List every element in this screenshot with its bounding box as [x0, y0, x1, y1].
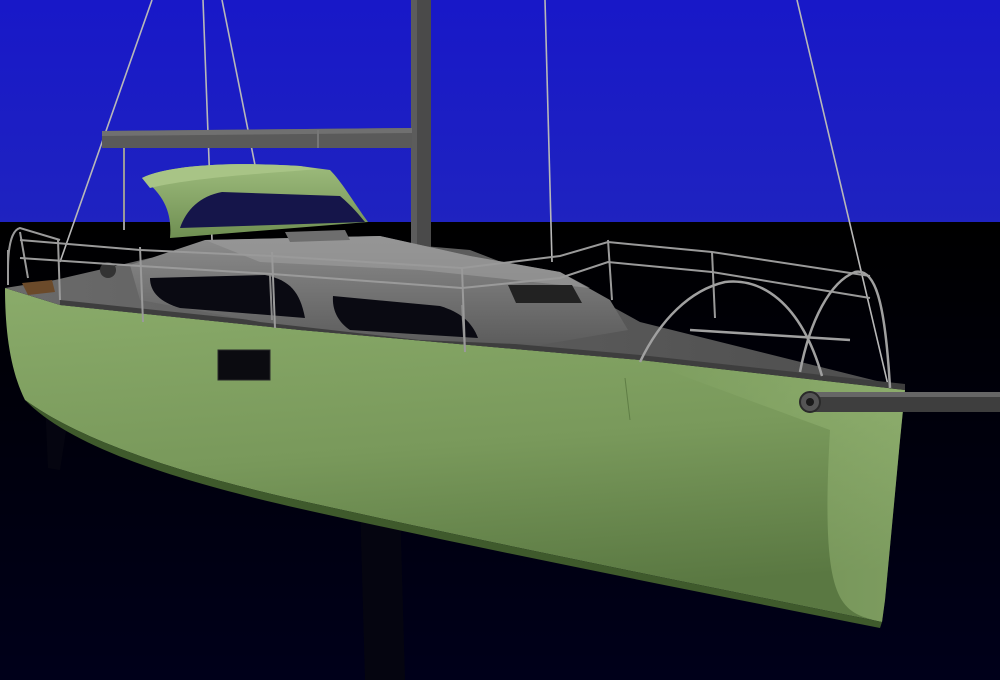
forward-hatch [508, 285, 582, 303]
hull-port-window [217, 349, 271, 381]
sailboat-scene [0, 0, 1000, 680]
main-hatch [285, 230, 350, 242]
sky [0, 0, 1000, 225]
sailboat-illustration [0, 0, 1000, 680]
dodger-window [180, 192, 365, 228]
